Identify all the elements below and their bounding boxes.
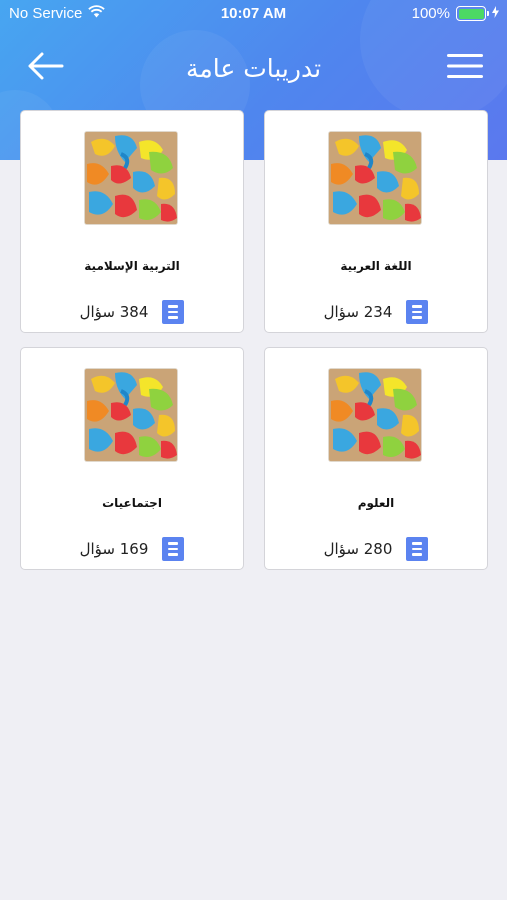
subject-card-social-studies[interactable]: اجتماعيات 169 سؤال xyxy=(20,347,244,570)
navigation-bar: تدريبات عامة xyxy=(0,40,507,100)
document-list-icon xyxy=(406,300,429,324)
subject-card-islamic[interactable]: التربية الإسلامية 384 سؤال xyxy=(20,110,244,333)
subject-card-arabic[interactable]: اللغة العربية 234 سؤال xyxy=(264,110,488,333)
subjects-grid: التربية الإسلامية 384 سؤال اللغة العربية… xyxy=(20,110,488,570)
charging-bolt-icon xyxy=(492,5,499,22)
status-bar: No Service 10:07 AM 100% xyxy=(0,0,507,28)
hamburger-menu-icon xyxy=(447,53,483,83)
menu-button[interactable] xyxy=(445,48,485,88)
card-count: 234 سؤال xyxy=(265,300,487,324)
battery-icon xyxy=(456,6,489,21)
document-list-icon xyxy=(162,300,185,324)
card-count: 280 سؤال xyxy=(265,537,487,561)
card-count: 384 سؤال xyxy=(21,300,243,324)
question-count: 169 سؤال xyxy=(79,540,149,558)
battery-percent: 100% xyxy=(411,5,450,22)
battery-fill xyxy=(458,8,484,19)
card-count: 169 سؤال xyxy=(21,537,243,561)
card-title: اجتماعيات xyxy=(102,496,162,510)
status-right: 100% xyxy=(412,5,499,22)
letters-image xyxy=(85,132,177,224)
subject-card-science[interactable]: العلوم 280 سؤال xyxy=(264,347,488,570)
letters-image xyxy=(329,132,421,224)
page-title: تدريبات عامة xyxy=(185,54,322,83)
question-count: 280 سؤال xyxy=(323,540,393,558)
card-title: اللغة العربية xyxy=(340,259,412,273)
letters-image xyxy=(85,369,177,461)
card-title: العلوم xyxy=(357,496,395,510)
question-count: 384 سؤال xyxy=(79,303,149,321)
card-title: التربية الإسلامية xyxy=(84,259,180,273)
question-count: 234 سؤال xyxy=(323,303,393,321)
document-list-icon xyxy=(162,537,185,561)
letters-image xyxy=(329,369,421,461)
document-list-icon xyxy=(406,537,429,561)
